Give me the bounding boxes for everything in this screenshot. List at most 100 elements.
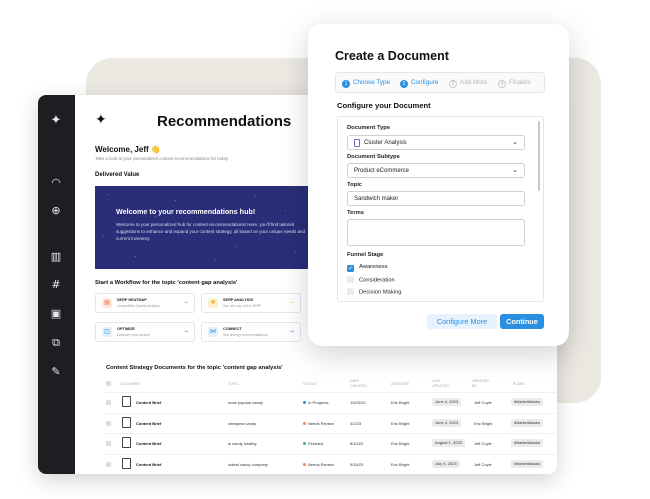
column-header-updated-by[interactable]: UPDATED BY — [472, 379, 494, 388]
funnel-stage-label: Funnel Stage — [347, 252, 384, 258]
document-type-label: Document Type — [347, 125, 391, 131]
row-updated-by: Jeff Coyle — [474, 400, 492, 405]
configure-more-button[interactable]: Configure More — [427, 314, 497, 329]
topic-label: Topic — [347, 182, 363, 188]
column-header-topic[interactable]: TOPIC — [228, 382, 239, 387]
select-all-checkbox[interactable] — [106, 381, 111, 386]
topic-input[interactable]: Sandwich maker — [347, 191, 525, 206]
table-row[interactable]: Content Brief cheapest candy Needs Review 4… — [106, 413, 556, 433]
create-document-modal: Create a Document 1 Choose Type 2 Configur… — [308, 24, 569, 346]
edit-icon[interactable]: ✎ — [48, 364, 64, 380]
row-document[interactable]: Content Brief — [136, 421, 161, 426]
workflow-title: SERP ANALYSIS — [223, 298, 254, 302]
zoom-icon[interactable]: ⊕ — [48, 203, 64, 219]
column-header-status[interactable]: STATUS — [303, 382, 317, 387]
row-date-created: 4/2/23 — [350, 421, 362, 426]
column-header-last-updated[interactable]: LAST UPDATED — [432, 379, 456, 388]
table-row[interactable]: Content Brief is candy healthy Finished 8/1… — [106, 433, 556, 453]
column-header-date-created[interactable]: DATE CREATED — [350, 379, 374, 388]
document-type-select[interactable]: Cluster Analysis ⌄ — [347, 135, 525, 150]
terms-label: Terms — [347, 210, 364, 216]
heatmap-icon: ▦ — [102, 298, 112, 308]
table-row[interactable]: Content Brief most popular candy In Progre… — [106, 392, 556, 412]
optimize-icon: ◫ — [102, 327, 112, 337]
hero-text: Welcome to your personalized hub for con… — [116, 222, 306, 241]
workflow-subtitle: Optimize your content — [117, 333, 150, 337]
screenshot-stage: ✦ ◠ ⊕ ▥ # ▣ ⧉ ✎ ✦ Recommendations Welcom… — [0, 0, 650, 499]
workflow-title: OPTIMIZE — [117, 327, 135, 331]
row-plan-tag[interactable]: #MarketAttacks — [511, 419, 544, 427]
workflow-card-connect[interactable]: ⋈ CONNECT See linking recommendations → — [201, 322, 301, 342]
terms-textarea[interactable] — [347, 219, 525, 246]
table-row[interactable]: Content Brief oldest candy company Needs R… — [106, 454, 556, 474]
row-status: Needs Review — [303, 462, 334, 467]
row-checkbox[interactable] — [106, 400, 111, 405]
stepper: 1 Choose Type 2 Configure 3 Add More 4 Final… — [335, 72, 545, 93]
status-dot-icon — [303, 442, 306, 446]
step-finalize[interactable]: 4 Finalize — [498, 79, 531, 88]
row-status: In Progress — [303, 400, 328, 405]
copy-icon[interactable]: ⧉ — [48, 335, 64, 351]
row-document[interactable]: Content Brief — [136, 462, 161, 467]
hash-icon[interactable]: # — [48, 277, 64, 293]
row-checkbox[interactable] — [106, 421, 111, 426]
row-topic: oldest candy company — [228, 462, 268, 467]
delivered-value-heading: Delivered Value — [95, 172, 140, 178]
step-configure[interactable]: 2 Configure — [400, 79, 438, 88]
workflow-card-serp-analysis[interactable]: ✺ SERP ANALYSIS See all x-ray of the SER… — [201, 293, 301, 313]
row-date-created: 8/10/22 — [350, 441, 364, 446]
document-icon — [122, 417, 131, 428]
row-document[interactable]: Content Brief — [136, 441, 161, 446]
column-header-assignee[interactable]: ASSIGNEE — [391, 382, 409, 387]
hero-title: Welcome to your recommendations hub! — [116, 207, 256, 216]
sparkle-icon[interactable]: ✦ — [48, 113, 64, 129]
row-plan-tag[interactable]: #MarketAttacks — [511, 439, 544, 447]
step-add-more[interactable]: 3 Add More — [449, 79, 487, 88]
status-dot-icon — [303, 401, 306, 405]
document-subtype-select[interactable]: Product eCommerce ⌄ — [347, 163, 525, 178]
document-icon[interactable]: ▣ — [48, 306, 64, 322]
funnel-option-decision-making[interactable]: Decision Making — [347, 288, 402, 296]
table-title: Content Strategy Documents for the topic… — [106, 365, 283, 371]
document-icon — [122, 458, 131, 469]
row-plan-tag[interactable]: #MarketAttacks — [511, 398, 544, 406]
document-icon — [122, 437, 131, 448]
form-scrollbar[interactable] — [538, 121, 540, 191]
arrow-right-icon: → — [289, 329, 294, 335]
workflow-card-serp-heatmap[interactable]: ▦ SERP HEATMAP Competitive Quality Analy… — [95, 293, 195, 313]
sidebar-rail: ✦ ◠ ⊕ ▥ # ▣ ⧉ ✎ — [38, 95, 75, 474]
row-checkbox[interactable] — [106, 441, 111, 446]
arrow-right-icon: → — [289, 300, 294, 306]
row-status: Needs Review — [303, 421, 334, 426]
columns-icon[interactable]: ▥ — [48, 249, 64, 265]
checkbox-icon — [347, 276, 354, 283]
row-date-created: 5/15/23 — [350, 462, 364, 467]
funnel-option-awareness[interactable]: ✓ Awareness — [347, 264, 388, 272]
hero-banner: Welcome to your recommendations hub! Wel… — [95, 186, 310, 269]
connect-icon: ⋈ — [208, 327, 218, 337]
row-checkbox[interactable] — [106, 462, 111, 467]
step-choose-type[interactable]: 1 Choose Type — [342, 79, 390, 88]
arrow-right-icon: → — [183, 329, 188, 335]
welcome-heading: Welcome, Jeff 👋 — [95, 145, 161, 154]
workflow-card-optimize[interactable]: ◫ OPTIMIZE Optimize your content → — [95, 322, 195, 342]
column-header-document[interactable]: DOCUMENT — [120, 382, 141, 387]
row-updated-by: Jeff Coyle — [474, 462, 492, 467]
column-header-plans[interactable]: PLANS — [513, 382, 525, 387]
row-last-updated: August 1, 2023 — [432, 439, 465, 447]
document-icon — [122, 396, 131, 407]
funnel-option-consideration[interactable]: Consideration — [347, 276, 395, 284]
row-topic: most popular candy — [228, 400, 263, 405]
gauge-icon[interactable]: ◠ — [48, 175, 64, 191]
sparkle-icon: ✦ — [95, 112, 107, 128]
row-plan-tag[interactable]: #MarketAttacks — [511, 460, 544, 468]
continue-button[interactable]: Continue — [500, 314, 544, 329]
workflow-title: SERP HEATMAP — [117, 298, 147, 302]
chevron-down-icon: ⌄ — [512, 138, 518, 146]
bulb-icon: ✺ — [208, 298, 218, 308]
row-topic: is candy healthy — [228, 441, 257, 446]
row-last-updated: July 4, 2023 — [432, 460, 460, 468]
row-document[interactable]: Content Brief — [136, 400, 161, 405]
row-assignee: Eric Bright — [391, 441, 410, 446]
section-title: Configure your Document — [337, 101, 431, 110]
